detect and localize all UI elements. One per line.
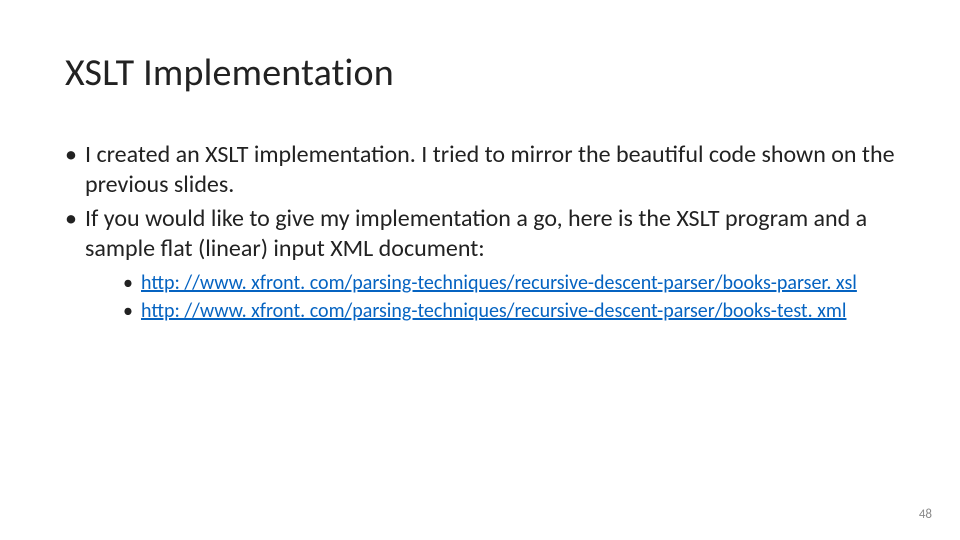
bullet-item: If you would like to give my implementat… <box>65 204 895 324</box>
slide-title: XSLT Implementation <box>65 50 895 96</box>
slide: XSLT Implementation I created an XSLT im… <box>0 0 960 540</box>
link-list: http: //www. xfront. com/parsing-techniq… <box>85 270 895 324</box>
link-item: http: //www. xfront. com/parsing-techniq… <box>85 298 895 324</box>
bullet-text: I created an XSLT implementation. I trie… <box>85 140 895 199</box>
bullet-text: If you would like to give my implementat… <box>85 204 867 263</box>
bullet-item: I created an XSLT implementation. I trie… <box>65 140 895 200</box>
link-parser-xsl[interactable]: http: //www. xfront. com/parsing-techniq… <box>141 271 857 295</box>
page-number: 48 <box>919 507 932 522</box>
link-item: http: //www. xfront. com/parsing-techniq… <box>85 270 895 296</box>
link-test-xml[interactable]: http: //www. xfront. com/parsing-techniq… <box>141 299 846 323</box>
bullet-list: I created an XSLT implementation. I trie… <box>65 140 895 324</box>
